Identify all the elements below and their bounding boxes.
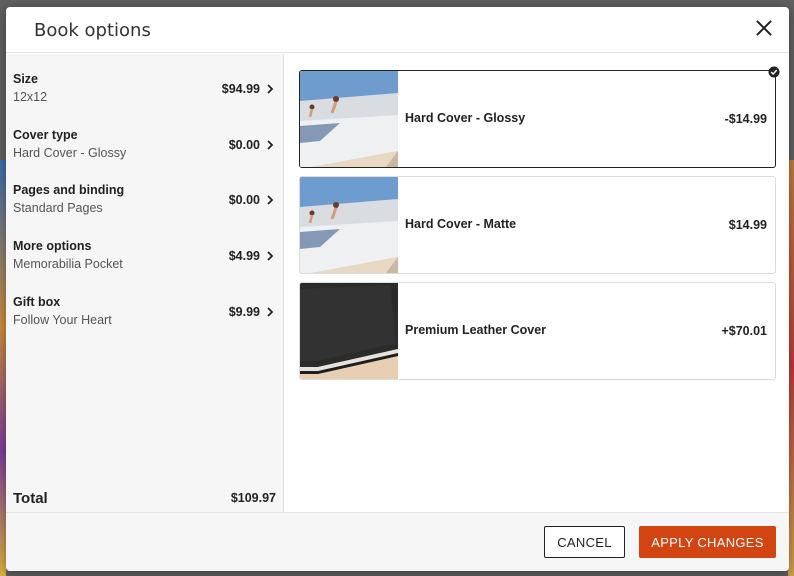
total-label: Total: [13, 490, 48, 507]
sidebar-item-label: More options: [13, 239, 92, 253]
option-name: Hard Cover - Matte: [405, 217, 517, 231]
sidebar-item-label: Size: [13, 72, 39, 86]
apply-changes-button[interactable]: APPLY CHANGES: [639, 526, 776, 558]
close-button[interactable]: [753, 17, 775, 39]
sidebar-item-pages-binding[interactable]: Pages and binding Standard Pages $0.00: [6, 172, 284, 218]
check-circle-icon: [768, 66, 780, 78]
sidebar-item-label: Gift box: [13, 295, 61, 309]
option-card-hard-cover-matte[interactable]: Hard Cover - Matte $14.99: [299, 176, 776, 274]
sidebar-item-price: $4.99: [228, 249, 260, 263]
sidebar-item-value: 12x12: [13, 90, 48, 104]
sidebar-item-value: Follow Your Heart: [13, 313, 112, 327]
option-card-hard-cover-glossy[interactable]: Hard Cover - Glossy -$14.99: [299, 66, 780, 168]
sidebar-item-value: Hard Cover - Glossy: [13, 146, 127, 160]
sidebar-item-value: Memorabilia Pocket: [13, 257, 123, 271]
cancel-button[interactable]: CANCEL: [544, 526, 625, 558]
sidebar-item-price: $94.99: [221, 82, 260, 96]
chevron-right-icon: [267, 84, 274, 94]
option-name: Hard Cover - Glossy: [405, 111, 526, 125]
sidebar-item-label: Pages and binding: [13, 183, 125, 197]
option-card-premium-leather-cover[interactable]: Premium Leather Cover +$70.01: [299, 282, 776, 380]
sidebar-item-value: Standard Pages: [13, 201, 103, 215]
option-name: Premium Leather Cover: [405, 323, 547, 337]
option-price: +$70.01: [721, 324, 767, 338]
sidebar-item-price: $0.00: [228, 193, 260, 207]
sidebar-item-size[interactable]: Size 12x12 $94.99: [6, 61, 284, 107]
option-price: -$14.99: [724, 112, 767, 126]
chevron-right-icon: [267, 195, 274, 205]
dialog-footer: CANCEL APPLY CHANGES: [6, 512, 789, 571]
leather-cover-thumbnail: [300, 283, 398, 379]
close-icon: [756, 20, 772, 36]
book-options-dialog: Book options Size 12x12 $94.99 Cover typ…: [6, 7, 789, 571]
sidebar-item-label: Cover type: [13, 128, 78, 142]
sidebar-item-price: $0.00: [228, 138, 260, 152]
chevron-right-icon: [267, 251, 274, 261]
total-value: $109.97: [230, 491, 276, 505]
photo-cover-thumbnail: [300, 71, 398, 167]
chevron-right-icon: [267, 140, 274, 150]
dialog-title: Book options: [34, 20, 151, 41]
cover-options-list: Hard Cover - Glossy -$14.99 Hard Cover -…: [299, 54, 780, 512]
sidebar-item-gift-box[interactable]: Gift box Follow Your Heart $9.99: [6, 284, 284, 330]
sidebar-item-more-options[interactable]: More options Memorabilia Pocket $4.99: [6, 228, 284, 274]
option-price: $14.99: [728, 218, 767, 232]
options-sidebar: Size 12x12 $94.99 Cover type Hard Cover …: [6, 54, 284, 512]
chevron-right-icon: [267, 307, 274, 317]
dialog-header: Book options: [6, 7, 789, 53]
sidebar-item-cover-type[interactable]: Cover type Hard Cover - Glossy $0.00: [6, 117, 284, 163]
sidebar-item-price: $9.99: [228, 305, 260, 319]
dialog-body: Size 12x12 $94.99 Cover type Hard Cover …: [6, 54, 789, 512]
photo-cover-thumbnail: [300, 177, 398, 273]
